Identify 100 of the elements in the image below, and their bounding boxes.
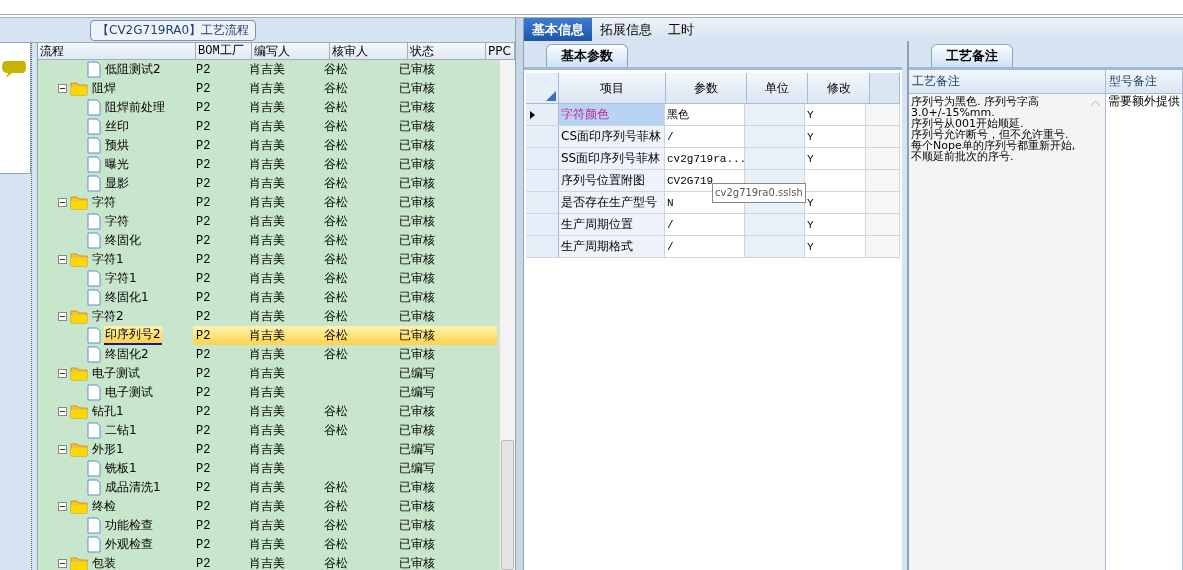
column-header[interactable]: 参数: [666, 73, 747, 103]
tree-item[interactable]: 外形1: [91, 441, 125, 458]
tree-item[interactable]: 成品清洗1: [104, 479, 162, 496]
table-cell[interactable]: CS面印序列号菲林: [559, 126, 665, 147]
row-header-cell[interactable]: [526, 214, 559, 235]
collapse-toggle-icon[interactable]: [58, 198, 67, 207]
table-cell-text: P2: [195, 347, 212, 362]
table-cell: /: [665, 126, 745, 147]
tree-item[interactable]: 显影: [104, 175, 130, 192]
tree-item[interactable]: 电子测试: [91, 365, 141, 382]
collapse-toggle-icon[interactable]: [58, 559, 67, 568]
tab[interactable]: 基本参数: [546, 44, 628, 67]
tree-item[interactable]: 终检: [91, 498, 117, 515]
tree-item[interactable]: 印序列号2: [104, 326, 162, 345]
tree-item[interactable]: 低阻测试2: [104, 61, 162, 78]
column-header[interactable]: 项目: [559, 73, 666, 103]
row-header-cell[interactable]: [526, 104, 559, 125]
table-cell: Y: [805, 214, 866, 235]
tab[interactable]: 工时: [660, 18, 702, 41]
table-cell-text: 谷松: [323, 346, 349, 363]
table-cell-text: 已审核: [398, 327, 436, 344]
folder-icon: [70, 252, 88, 267]
table-cell[interactable]: 生产周期位置: [559, 214, 665, 235]
collapse-toggle-icon[interactable]: [58, 255, 67, 264]
table-cell[interactable]: 生产周期格式: [559, 236, 665, 257]
document-icon: [87, 346, 101, 363]
tree-item[interactable]: 字符1: [104, 270, 138, 287]
tree-item[interactable]: 字符2: [91, 308, 125, 325]
document-icon: [87, 384, 101, 401]
table-cell-text: 已审核: [398, 422, 436, 439]
tree-item[interactable]: 钻孔1: [91, 403, 125, 420]
row-header-cell[interactable]: [526, 192, 559, 213]
table-cell-text: P2: [195, 157, 212, 172]
table-cell-text: 已审核: [398, 61, 436, 78]
table-cell-text: 谷松: [323, 137, 349, 154]
tree-item[interactable]: 电子测试: [104, 384, 154, 401]
collapse-toggle-icon[interactable]: [58, 407, 67, 416]
scrollbar[interactable]: [499, 60, 515, 570]
column-header[interactable]: 工艺备注: [909, 70, 1106, 93]
collapse-toggle-icon[interactable]: [58, 445, 67, 454]
document-icon: [87, 270, 101, 287]
tree-item[interactable]: 包装: [91, 555, 117, 570]
tree-item[interactable]: 曝光: [104, 156, 130, 173]
table-cell-text: 肖吉美: [248, 308, 286, 325]
collapse-toggle-icon[interactable]: [58, 312, 67, 321]
table-cell: Y: [805, 192, 866, 213]
column-header[interactable]: BOM工厂: [196, 43, 252, 59]
folder-icon: [70, 556, 88, 570]
tree-item[interactable]: 二钻1: [104, 422, 138, 439]
table-cell-text: 谷松: [323, 555, 349, 570]
tab[interactable]: 工艺备注: [931, 44, 1013, 67]
tree-item[interactable]: 阻焊前处理: [104, 99, 166, 116]
tree-item[interactable]: 终固化1: [104, 289, 150, 306]
table-cell-text: 肖吉美: [248, 460, 286, 477]
tree-item[interactable]: 功能检查: [104, 517, 154, 534]
table-cell-text: 已审核: [398, 99, 436, 116]
table-cell-text: 肖吉美: [248, 137, 286, 154]
tree-item[interactable]: 阻焊: [91, 80, 117, 97]
tree-item[interactable]: 丝印: [104, 118, 130, 135]
collapse-toggle-icon[interactable]: [58, 369, 67, 378]
table-cell-text: P2: [195, 423, 212, 438]
tree-item[interactable]: 铣板1: [104, 460, 138, 477]
column-header[interactable]: 型号备注: [1106, 70, 1183, 93]
column-header[interactable]: 状态: [408, 43, 486, 59]
table-cell-text: 肖吉美: [248, 232, 286, 249]
column-header[interactable]: 编写人: [252, 43, 330, 59]
folder-icon: [70, 442, 88, 457]
collapse-toggle-icon[interactable]: [58, 502, 67, 511]
table-cell-text: 肖吉美: [248, 327, 286, 344]
column-header[interactable]: 流程: [38, 43, 196, 59]
row-header-cell[interactable]: [526, 148, 559, 169]
table-cell-text: 肖吉美: [248, 61, 286, 78]
row-header-cell[interactable]: [526, 126, 559, 147]
document-icon: [87, 213, 101, 230]
tree-item[interactable]: 字符: [91, 194, 117, 211]
table-cell[interactable]: 序列号位置附图: [559, 170, 665, 191]
row-header-cell[interactable]: [526, 236, 559, 257]
tree-item[interactable]: 字符1: [91, 251, 125, 268]
panel-title: 【CV2G719RA0】工艺流程: [90, 20, 257, 41]
table-cell[interactable]: SS面印序列号菲林: [559, 148, 665, 169]
document-icon: [87, 536, 101, 553]
table-cell-text: 肖吉美: [248, 175, 286, 192]
row-header-cell[interactable]: [526, 170, 559, 191]
column-header[interactable]: 核审人: [330, 43, 408, 59]
tree-item[interactable]: 预烘: [104, 137, 130, 154]
collapse-toggle-icon[interactable]: [58, 84, 67, 93]
tree-item[interactable]: 外观检查: [104, 536, 154, 553]
table-cell-text: 肖吉美: [248, 479, 286, 496]
tab[interactable]: 基本信息: [524, 18, 592, 41]
table-cell[interactable]: 是否存在生产型号: [559, 192, 665, 213]
tree-item[interactable]: 终固化: [104, 232, 142, 249]
folder-icon: [70, 81, 88, 96]
scroll-thumb[interactable]: [501, 440, 514, 570]
document-icon: [87, 289, 101, 306]
table-cell-text: 肖吉美: [248, 498, 286, 515]
tree-item[interactable]: 终固化2: [104, 346, 150, 363]
table-cell-text: P2: [195, 195, 212, 210]
tab[interactable]: 拓展信息: [592, 18, 660, 41]
tree-item[interactable]: 字符: [104, 213, 130, 230]
column-header[interactable]: 单位: [747, 73, 808, 103]
